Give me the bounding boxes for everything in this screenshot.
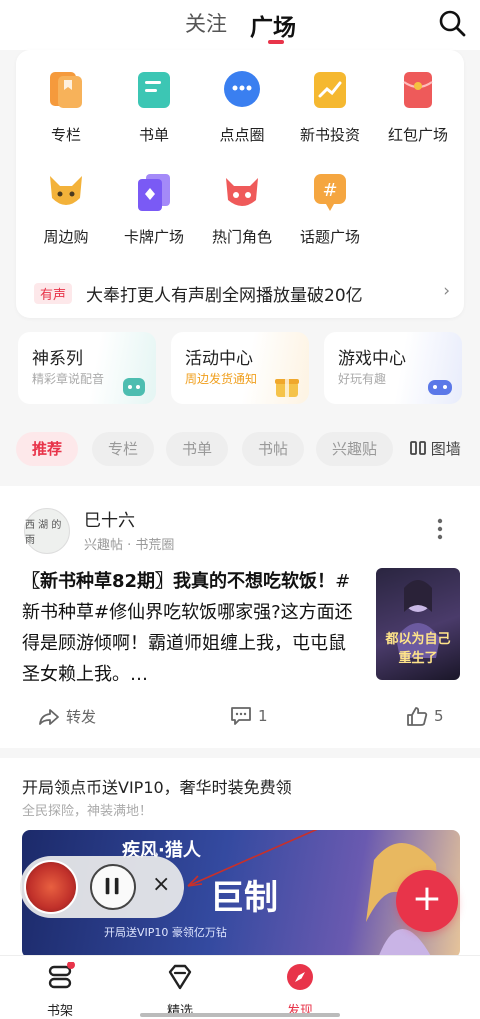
like-button[interactable]: 5 [406, 706, 444, 726]
quick-entry-card: 专栏 书单 点点圈 新书投资 红包广场 周边购 卡牌广场 热门角色 # 话题广场 [16, 50, 464, 318]
grid-label: 专栏 [50, 126, 81, 144]
create-post-button[interactable]: + [396, 870, 458, 932]
tab-indicator [268, 40, 284, 44]
tab-square[interactable]: 广场 [250, 8, 296, 42]
trend-chart-icon [314, 72, 346, 108]
diamond-icon [168, 964, 192, 990]
home-indicator [140, 1013, 340, 1017]
nav-bookshelf[interactable]: 书架 [20, 961, 100, 1019]
promo-subtitle: 全民探险，神装满地！ [22, 804, 153, 819]
post-author[interactable]: 巳十六 [84, 506, 135, 531]
pause-icon[interactable] [90, 864, 136, 910]
nav-featured[interactable]: 精选 [140, 962, 220, 1019]
grid-label: 新书投资 [299, 126, 360, 144]
bookshelf-icon [48, 961, 75, 989]
red-envelope-icon [403, 72, 433, 108]
feature-subtitle: 好玩有趣 [338, 372, 387, 386]
tab-follow[interactable]: 关注 [185, 8, 227, 38]
gamepad-icon [428, 380, 452, 395]
chip-interest-post[interactable]: 兴趣贴 [316, 432, 394, 466]
audio-notice-banner[interactable]: 有声 大奉打更人有声剧全网播放量破20亿 › [34, 279, 450, 307]
booklist-icon [138, 72, 170, 108]
grid-item-dotcircle[interactable]: 点点圈 [198, 68, 286, 145]
feature-subtitle: 周边发货通知 [185, 372, 258, 386]
thumbs-up-icon [407, 707, 428, 726]
thumbnail-caption: 都以为自己重生了 [385, 632, 451, 666]
player-cover[interactable] [24, 860, 78, 914]
avatar[interactable]: 西 湖 的 雨 [24, 508, 70, 554]
compass-icon [287, 964, 313, 990]
feature-card-god-series[interactable]: 神系列 精彩章说配音 [18, 332, 156, 404]
feature-title: 游戏中心 [338, 349, 406, 369]
post-body[interactable]: 〖新书种草82期〗我真的不想吃软饭！#新书种草#修仙界吃软饭哪家强?这方面还得是… [22, 566, 358, 690]
feature-card-game-center[interactable]: 游戏中心 好玩有趣 [324, 332, 462, 404]
filter-chips: 推荐 专栏 书单 书帖 兴趣贴 图墙 [16, 432, 480, 468]
audio-tag: 有声 [34, 283, 73, 304]
search-icon[interactable] [437, 8, 467, 38]
grid-item-merch[interactable]: 周边购 [22, 170, 110, 247]
post-card[interactable]: 西 湖 的 雨 巳十六 兴趣帖 · 书荒圈 〖新书种草82期〗我真的不想吃软饭！… [0, 486, 480, 748]
comment-count: 1 [258, 707, 268, 725]
close-icon[interactable]: × [152, 872, 170, 897]
chip-book-post[interactable]: 书帖 [242, 432, 305, 466]
grid-item-red-envelope[interactable]: 红包广场 [374, 68, 462, 145]
grid-item-column[interactable]: 专栏 [22, 68, 110, 145]
grid-label: 卡牌广场 [123, 228, 184, 246]
more-options-icon[interactable] [436, 518, 444, 540]
comment-icon [231, 707, 251, 725]
fox-mascot-icon [50, 176, 82, 205]
feature-subtitle: 精彩章说配音 [32, 372, 105, 386]
post-thumbnail[interactable]: 都以为自己重生了 [376, 568, 460, 680]
chip-booklist[interactable]: 书单 [166, 432, 229, 466]
book-column-icon [50, 72, 82, 108]
notice-text: 大奉打更人有声剧全网播放量破20亿 [86, 286, 363, 306]
grid-label: 红包广场 [387, 126, 448, 144]
gift-box-icon [275, 379, 299, 397]
top-header: 关注 广场 [0, 0, 480, 50]
column-grid-icon [410, 441, 426, 455]
hashtag-bubble-icon: # [314, 174, 346, 211]
feature-title: 神系列 [32, 349, 83, 369]
share-icon [39, 708, 59, 725]
chip-column[interactable]: 专栏 [92, 432, 155, 466]
post-meta: 兴趣帖 · 书荒圈 [84, 538, 175, 553]
grid-label: 热门角色 [211, 228, 272, 246]
like-count: 5 [434, 707, 444, 725]
grid-item-booklist[interactable]: 书单 [110, 68, 198, 145]
comment-button[interactable]: 1 [230, 706, 268, 726]
nav-label: 书架 [46, 1004, 73, 1019]
grid-label: 周边购 [43, 228, 89, 246]
chip-recommend[interactable]: 推荐 [16, 432, 79, 466]
grid-label: 点点圈 [219, 126, 265, 144]
floating-audio-player[interactable]: × [20, 856, 184, 918]
promo-title: 开局领点币送VIP10，奢华时装免费领 [22, 778, 292, 797]
feature-title: 活动中心 [185, 349, 253, 369]
chevron-right-icon: › [443, 281, 450, 301]
svg-text:#: # [322, 180, 337, 201]
grid-item-hot-roles[interactable]: 热门角色 [198, 170, 286, 247]
chat-circle-icon [224, 71, 260, 107]
post-title: 〖新书种草82期〗我真的不想吃软饭！ [22, 571, 336, 592]
image-wall-toggle[interactable]: 图墙 [410, 432, 461, 466]
grid-label: 话题广场 [299, 228, 360, 246]
grid-item-new-book-invest[interactable]: 新书投资 [286, 68, 374, 145]
robot-icon [123, 378, 145, 396]
demon-mask-icon [226, 178, 258, 206]
card-icon [138, 174, 170, 211]
nav-discover[interactable]: 发现 [260, 962, 340, 1019]
grid-item-card-square[interactable]: 卡牌广场 [110, 170, 198, 247]
banner-subtitle: 开局送VIP10 豪领亿万钻 [104, 926, 227, 939]
image-wall-label: 图墙 [430, 440, 461, 458]
feature-card-activity-center[interactable]: 活动中心 周边发货通知 [171, 332, 309, 404]
bottom-nav: 书架 精选 发现 [0, 955, 480, 1019]
grid-item-topic-square[interactable]: # 话题广场 [286, 170, 374, 247]
share-button[interactable]: 转发 [38, 706, 96, 727]
grid-label: 书单 [138, 126, 169, 144]
share-label: 转发 [66, 708, 97, 726]
